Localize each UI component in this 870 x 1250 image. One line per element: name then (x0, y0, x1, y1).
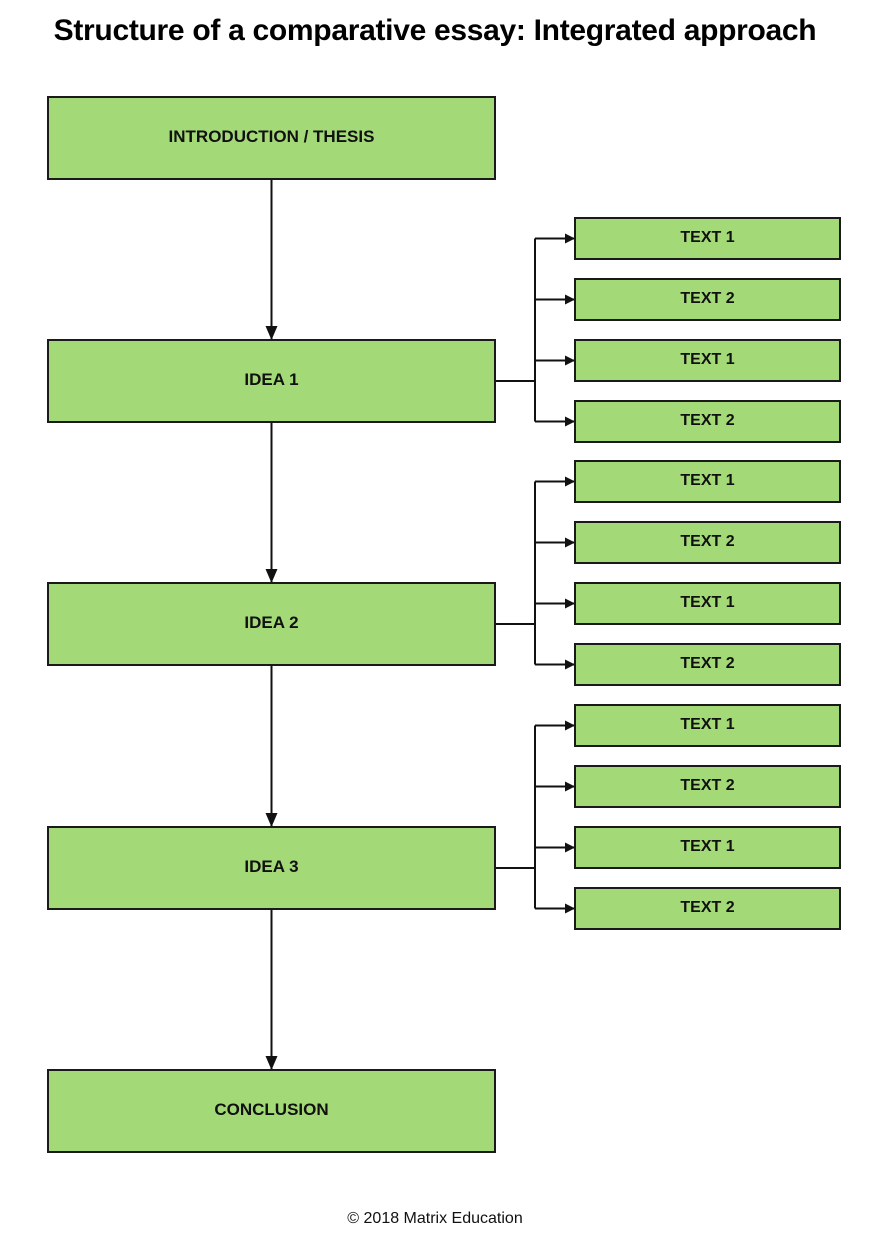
text-box-idea3-1-label: TEXT 1 (680, 716, 734, 733)
text-box-idea2-1: TEXT 1 (574, 460, 841, 503)
box-idea1-label: IDEA 1 (244, 370, 298, 389)
copyright-footer: © 2018 Matrix Education (347, 1210, 523, 1227)
text-box-idea2-3-label: TEXT 1 (680, 594, 734, 611)
box-idea2-label: IDEA 2 (244, 613, 298, 632)
text-box-idea2-4-label: TEXT 2 (680, 655, 734, 672)
box-intro: INTRODUCTION / THESIS (47, 96, 496, 180)
text-box-idea3-2: TEXT 2 (574, 765, 841, 808)
box-idea3-label: IDEA 3 (244, 857, 298, 876)
text-box-idea3-3: TEXT 1 (574, 826, 841, 869)
text-box-idea3-4: TEXT 2 (574, 887, 841, 930)
text-box-idea1-1: TEXT 1 (574, 217, 841, 260)
text-box-idea1-3: TEXT 1 (574, 339, 841, 382)
box-conclusion: CONCLUSION (47, 1069, 496, 1153)
text-box-idea1-2: TEXT 2 (574, 278, 841, 321)
text-box-idea2-1-label: TEXT 1 (680, 472, 734, 489)
box-intro-label: INTRODUCTION / THESIS (169, 127, 375, 146)
text-box-idea2-4: TEXT 2 (574, 643, 841, 686)
text-box-idea2-3: TEXT 1 (574, 582, 841, 625)
box-conclusion-label: CONCLUSION (214, 1100, 328, 1119)
box-idea1: IDEA 1 (47, 339, 496, 423)
box-idea2: IDEA 2 (47, 582, 496, 666)
text-box-idea3-2-label: TEXT 2 (680, 777, 734, 794)
flowchart: INTRODUCTION / THESIS IDEA 1 TEXT 1 TEXT 2 T… (47, 96, 841, 1153)
text-box-idea1-1-label: TEXT 1 (680, 229, 734, 246)
text-box-idea1-3-label: TEXT 1 (680, 351, 734, 368)
text-box-idea1-4: TEXT 2 (574, 400, 841, 443)
box-idea3: IDEA 3 (47, 826, 496, 910)
text-box-idea3-4-label: TEXT 2 (680, 899, 734, 916)
text-box-idea2-2-label: TEXT 2 (680, 533, 734, 550)
text-box-idea1-2-label: TEXT 2 (680, 290, 734, 307)
text-box-idea3-1: TEXT 1 (574, 704, 841, 747)
text-box-idea3-3-label: TEXT 1 (680, 838, 734, 855)
text-box-idea1-4-label: TEXT 2 (680, 412, 734, 429)
text-box-idea2-2: TEXT 2 (574, 521, 841, 564)
